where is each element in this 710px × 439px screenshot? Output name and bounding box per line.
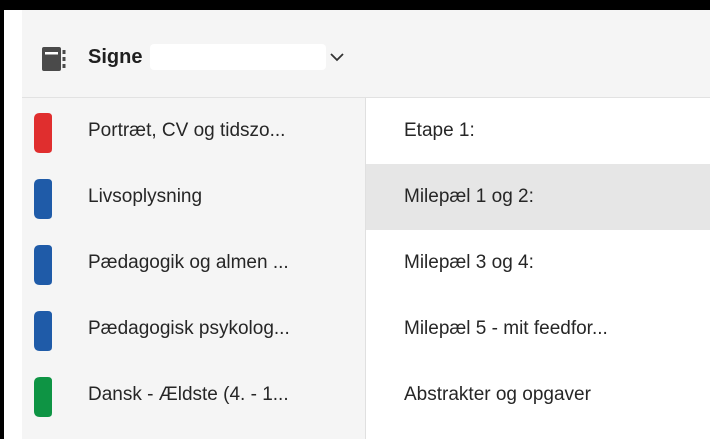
page-label: Milepæl 3 og 4:: [404, 252, 534, 273]
section-label: Dansk - Ældste (4. - 1...: [88, 384, 289, 405]
page-item[interactable]: Milepæl 5 - mit feedfor...: [366, 296, 710, 362]
page-label: Milepæl 5 - mit feedfor...: [404, 318, 608, 339]
section-color-tab-icon: [34, 377, 52, 417]
page-item[interactable]: Milepæl 3 og 4:: [366, 230, 710, 296]
section-item[interactable]: Pædagogik og almen ...: [22, 230, 365, 296]
redacted-name: [150, 44, 326, 70]
section-color-tab-icon: [34, 311, 52, 351]
sections-list: Portræt, CV og tidszo... Livsoplysning P…: [22, 98, 366, 439]
notebook-name[interactable]: Signe: [88, 43, 142, 71]
section-color-tab-icon: [34, 113, 52, 153]
notebook-header[interactable]: Signe: [22, 10, 710, 98]
section-label: Pædagogisk psykolog...: [88, 318, 290, 339]
page-label: Milepæl 1 og 2:: [404, 186, 534, 207]
pages-list: Etape 1: Milepæl 1 og 2: Milepæl 3 og 4:…: [366, 98, 710, 439]
section-label: Portræt, CV og tidszo...: [88, 120, 286, 141]
onenote-window: Signe Portræt, CV og tidszo... Livsoplys…: [4, 10, 710, 439]
page-item[interactable]: Abstrakter og opgaver: [366, 362, 710, 428]
section-label: Pædagogik og almen ...: [88, 252, 289, 273]
section-color-tab-icon: [34, 245, 52, 285]
section-label: Livsoplysning: [88, 186, 203, 207]
section-item[interactable]: Portræt, CV og tidszo...: [22, 98, 365, 164]
page-label: Abstrakter og opgaver: [404, 384, 591, 405]
page-item[interactable]: Etape 1:: [366, 98, 710, 164]
notebook-icon: [42, 47, 66, 71]
section-item[interactable]: Pædagogisk psykolog...: [22, 296, 365, 362]
page-label: Etape 1:: [404, 120, 475, 141]
section-item[interactable]: Livsoplysning: [22, 164, 365, 230]
section-color-tab-icon: [34, 179, 52, 219]
window-edge: [4, 10, 22, 439]
page-item[interactable]: Milepæl 1 og 2:: [366, 164, 710, 230]
chevron-down-icon[interactable]: [328, 48, 346, 66]
section-item[interactable]: Dansk - Ældste (4. - 1...: [22, 362, 365, 428]
